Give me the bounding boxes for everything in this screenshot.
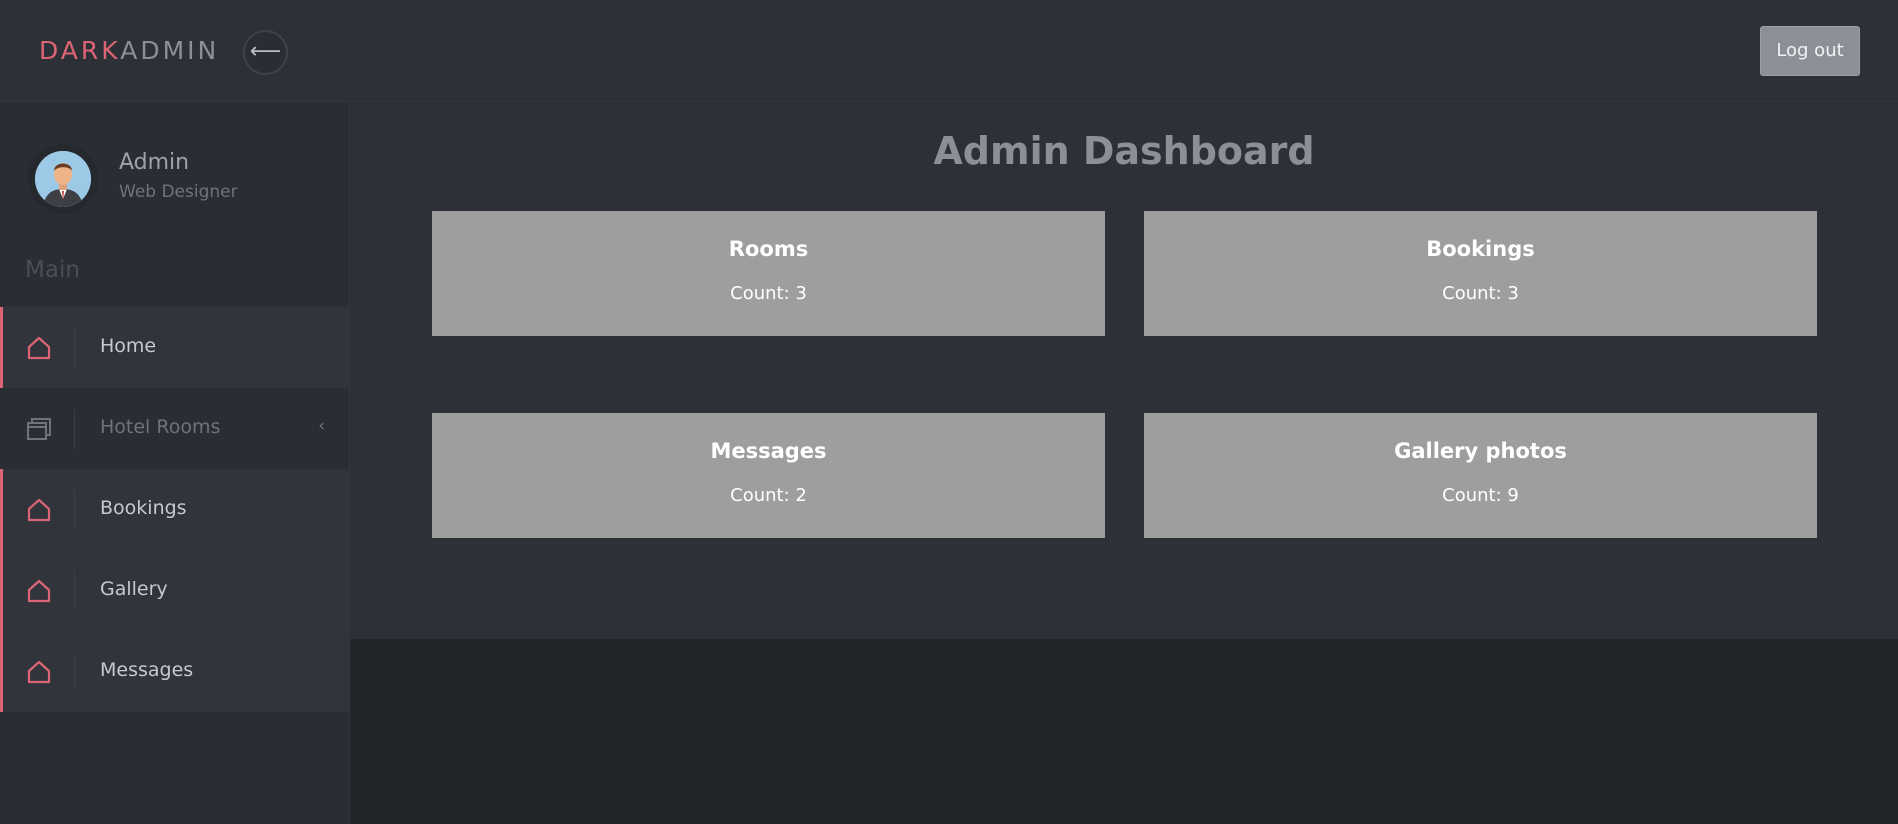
- logout-button[interactable]: Log out: [1760, 26, 1860, 76]
- window-icon: [25, 415, 53, 443]
- stat-card-messages[interactable]: Messages Count: 2: [432, 413, 1105, 538]
- card-count: Count: 9: [1442, 485, 1519, 506]
- brand-logo-part2: ADMIN: [120, 36, 220, 65]
- sidebar-menu: Home Hotel Rooms ‹ Bookings Gallery Mess…: [0, 307, 349, 712]
- card-title: Rooms: [728, 237, 809, 261]
- sidebar: Admin Web Designer Main Home Hotel Rooms…: [0, 102, 350, 824]
- house-icon: [25, 496, 53, 524]
- card-title: Messages: [710, 439, 827, 463]
- sidebar-item-gallery[interactable]: Gallery: [0, 550, 349, 631]
- card-count: Count: 3: [730, 283, 807, 304]
- sidebar-item-home[interactable]: Home: [0, 307, 349, 388]
- stat-card-rooms[interactable]: Rooms Count: 3: [432, 211, 1105, 336]
- chevron-left-icon: ‹: [318, 416, 325, 436]
- card-count: Count: 2: [730, 485, 807, 506]
- avatar[interactable]: [28, 144, 98, 214]
- profile-role: Web Designer: [119, 182, 238, 202]
- brand-logo-part1: DARK: [39, 36, 121, 65]
- house-icon: [25, 658, 53, 686]
- user-avatar-icon: [35, 151, 91, 207]
- house-icon: [25, 577, 53, 605]
- card-title: Bookings: [1426, 237, 1535, 261]
- stat-card-bookings[interactable]: Bookings Count: 3: [1144, 211, 1817, 336]
- stat-card-gallery-photos[interactable]: Gallery photos Count: 9: [1144, 413, 1817, 538]
- arrow-left-icon: ⟵: [249, 39, 282, 64]
- sidebar-item-hotel-rooms[interactable]: Hotel Rooms ‹: [0, 388, 349, 469]
- top-bar: DARKADMIN ⟵ Log out: [0, 0, 1898, 102]
- menu-divider: [74, 490, 75, 530]
- brand-logo[interactable]: DARKADMIN: [39, 36, 219, 65]
- main-content: Admin Dashboard Rooms Count: 3 Bookings …: [350, 102, 1898, 639]
- sidebar-item-label: Hotel Rooms: [100, 416, 221, 438]
- sidebar-item-bookings[interactable]: Bookings: [0, 469, 349, 550]
- house-icon: [25, 334, 53, 362]
- sidebar-section-title: Main: [25, 257, 80, 283]
- sidebar-item-label: Messages: [100, 659, 194, 681]
- sidebar-item-label: Bookings: [100, 497, 187, 519]
- page-title: Admin Dashboard: [933, 129, 1315, 173]
- sidebar-item-label: Gallery: [100, 578, 168, 600]
- menu-divider: [74, 409, 75, 449]
- profile-name: Admin: [119, 150, 190, 175]
- sidebar-item-label: Home: [100, 335, 157, 357]
- card-title: Gallery photos: [1394, 439, 1567, 463]
- menu-divider: [74, 328, 75, 368]
- sidebar-item-messages[interactable]: Messages: [0, 631, 349, 712]
- menu-divider: [74, 652, 75, 692]
- sidebar-toggle-button[interactable]: ⟵: [243, 30, 288, 75]
- menu-divider: [74, 571, 75, 611]
- card-count: Count: 3: [1442, 283, 1519, 304]
